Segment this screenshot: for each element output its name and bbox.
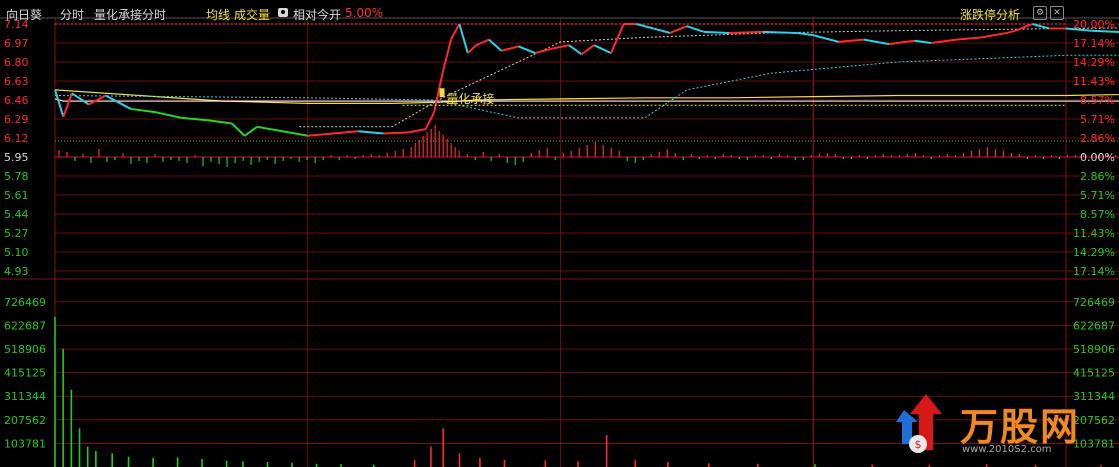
price-tick-label: 6.97	[4, 37, 29, 50]
volume-bar	[86, 446, 89, 467]
volume-tick-label-right: 518906	[1073, 343, 1115, 356]
percent-tick-label: 11.43%	[1073, 75, 1115, 88]
percent-tick-label: 14.29%	[1073, 56, 1115, 69]
percent-tick-label: 8.57%	[1080, 94, 1115, 107]
volume-bar	[225, 460, 228, 467]
volume-bar	[634, 460, 637, 467]
volume-bar	[458, 453, 461, 467]
relative-open-value: 5.00%	[345, 6, 384, 20]
volume-tick-label-right: 726469	[1073, 296, 1115, 309]
volume-bar	[707, 463, 710, 467]
volume-bar	[127, 456, 130, 467]
percent-tick-label: 11.43%	[1073, 227, 1115, 240]
brand-site: www.2010S2.com	[962, 444, 1052, 455]
price-tick-label: 6.46	[4, 94, 29, 107]
stock-name: 向日葵	[6, 8, 43, 22]
chart-mode[interactable]: 分时	[60, 6, 84, 23]
volume-tick-label: 311344	[4, 390, 46, 403]
svg-text:$: $	[915, 438, 922, 451]
percent-tick-label: 2.86%	[1080, 170, 1115, 183]
percent-tick-label: 14.29%	[1073, 246, 1115, 259]
volume-bar	[667, 461, 669, 467]
volume-bar	[479, 457, 481, 467]
price-tick-label: 6.80	[4, 56, 29, 69]
volume-bar	[291, 462, 293, 467]
brand-logo: $ 万股网 www.2010S2.com	[896, 392, 1096, 462]
volume-bar	[266, 461, 269, 467]
percent-tick-label: 5.71%	[1080, 189, 1115, 202]
price-tick-label: 5.27	[4, 227, 29, 240]
volume-bar	[503, 459, 506, 467]
volume-bar	[54, 316, 56, 467]
volume-bar	[544, 460, 547, 467]
percent-tick-label: 8.57%	[1080, 208, 1115, 221]
indicator-name[interactable]: 量化承接分时	[94, 6, 166, 23]
volume-tick-label: 207562	[4, 414, 46, 427]
volume-bar	[442, 428, 444, 467]
close-icon[interactable]: ✕	[1050, 6, 1064, 20]
percent-tick-label: 0.00%	[1080, 151, 1115, 164]
price-tick-label: 6.29	[4, 113, 29, 126]
volume-label: 成交量	[234, 8, 271, 22]
price-tick-label: 5.95	[4, 151, 29, 164]
settings-icon[interactable]: ⚙	[1033, 6, 1047, 20]
price-tick-label: 5.10	[4, 246, 29, 259]
percent-tick-label: 20.00%	[1073, 18, 1115, 31]
volume-bar	[201, 459, 203, 467]
price-segment	[703, 30, 730, 34]
percent-tick-label: 17.14%	[1073, 37, 1115, 50]
price-segment	[728, 30, 763, 34]
price-tick-label: 6.63	[4, 75, 29, 88]
price-tick-label: 6.12	[4, 132, 29, 145]
volume-bar	[430, 446, 432, 467]
price-tick-label: 5.78	[4, 170, 29, 183]
volume-bar	[95, 451, 97, 467]
percent-tick-label: 5.71%	[1080, 113, 1115, 126]
volume-bar	[605, 435, 608, 467]
volume-bar	[62, 348, 64, 467]
camera-icon[interactable]	[278, 8, 288, 17]
volume-tick-label: 103781	[4, 437, 46, 450]
price-tick-label: 5.61	[4, 189, 29, 202]
volume-bar	[413, 460, 416, 467]
volume-bar	[242, 461, 244, 467]
volume-tick-label: 622687	[4, 319, 46, 332]
volume-bar	[70, 389, 73, 467]
volume-tick-label: 726469	[4, 296, 46, 309]
volume-bar	[152, 457, 154, 467]
annotation-label: 量化承接	[447, 91, 495, 106]
percent-tick-label: 2.86%	[1080, 132, 1115, 145]
volume-tick-label-right: 415125	[1073, 367, 1115, 380]
avg-line-label: 均线	[206, 8, 231, 22]
arrow-logo-icon: $	[896, 394, 942, 453]
volume-tick-label: 518906	[4, 343, 46, 356]
limit-analysis-button[interactable]: 涨跌停分析	[960, 6, 1020, 23]
brand-name: 万股网	[960, 405, 1081, 449]
volume-tick-label: 415125	[4, 367, 46, 380]
price-segment	[762, 30, 797, 34]
price-tick-label: 4.93	[4, 265, 29, 278]
annotation-marker	[439, 88, 445, 98]
volume-bar	[78, 428, 81, 467]
volume-tick-label-right: 622687	[1073, 319, 1115, 332]
volume-bar	[577, 461, 579, 467]
volume-bar	[111, 453, 114, 467]
price-tick-label: 5.44	[4, 208, 29, 221]
volume-bar	[176, 457, 179, 467]
price-segment	[383, 131, 409, 135]
percent-tick-label: 17.14%	[1073, 265, 1115, 278]
relative-open-label: 相对今开	[293, 8, 342, 22]
